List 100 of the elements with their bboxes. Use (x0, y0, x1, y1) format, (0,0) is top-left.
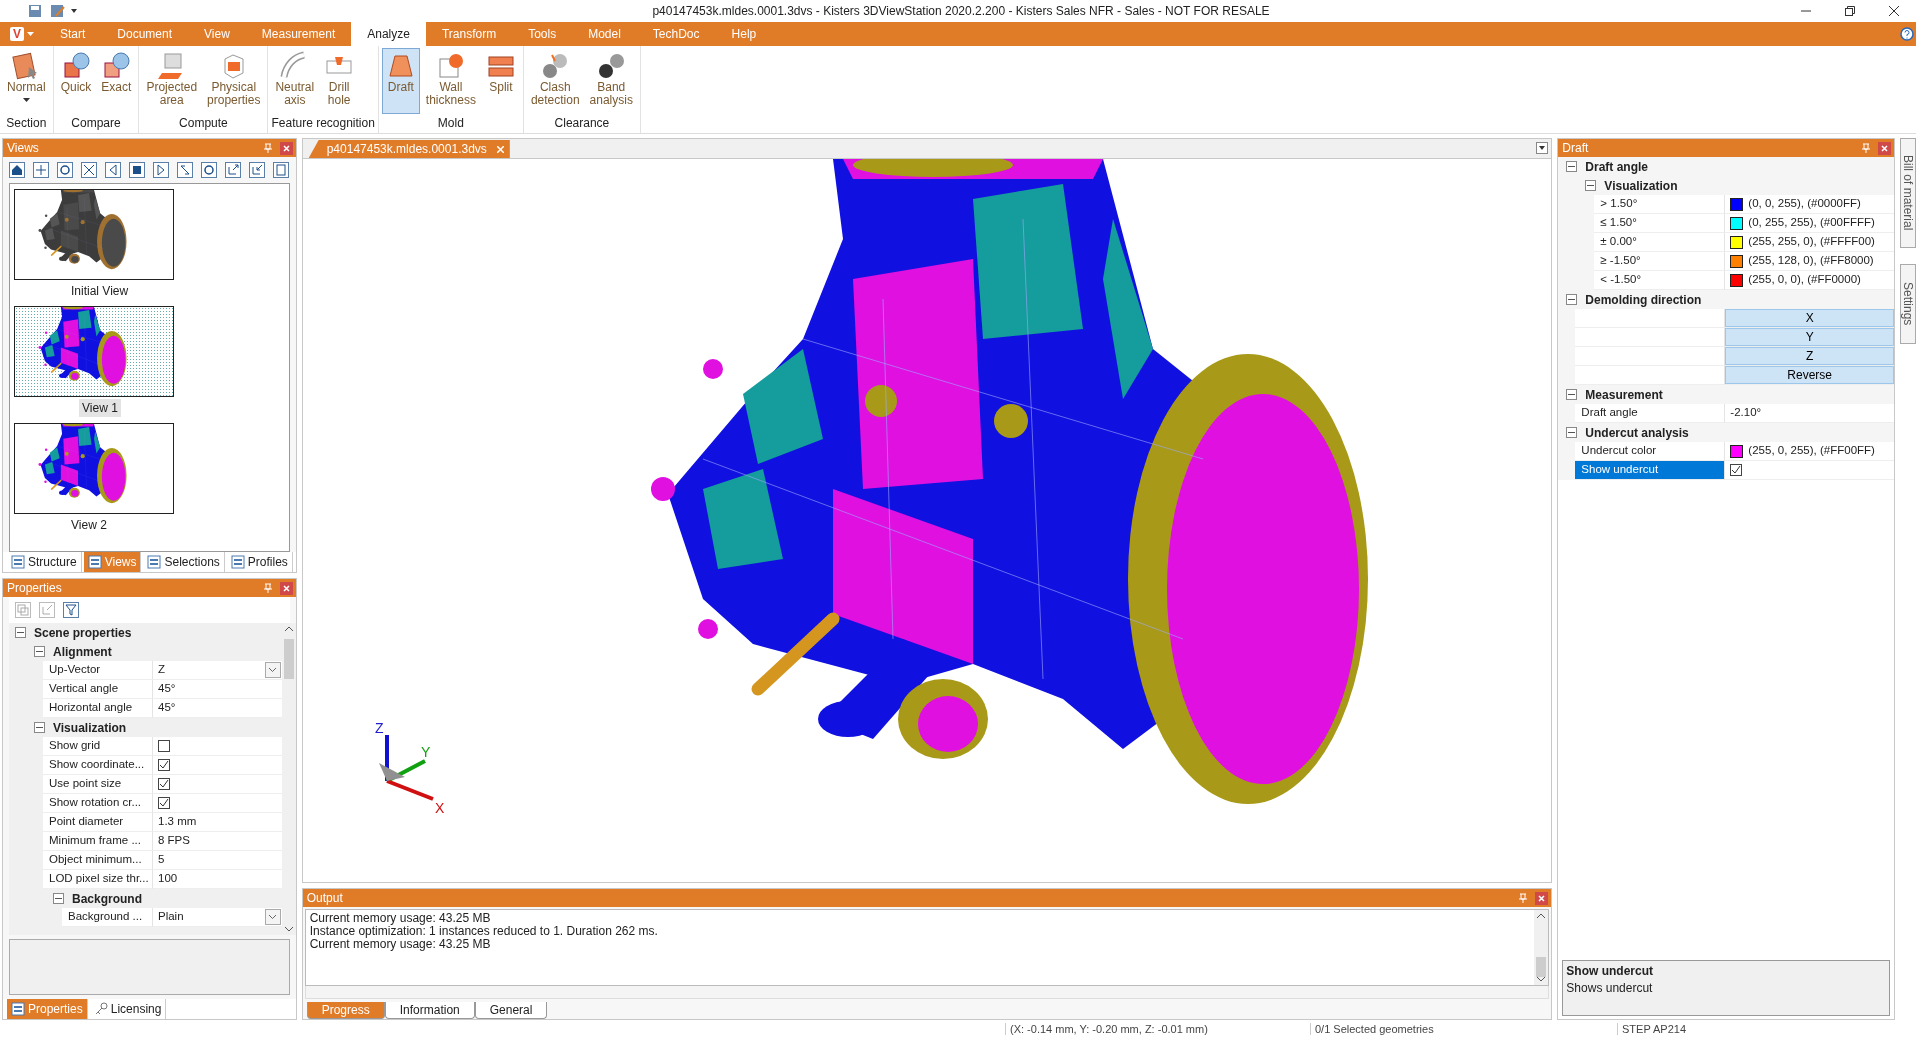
panel-tab[interactable]: Profiles (226, 552, 293, 572)
plus-icon[interactable] (33, 162, 49, 178)
collapse-icon[interactable] (1566, 427, 1578, 438)
collapse-icon[interactable] (53, 893, 64, 904)
property-label[interactable]: ± 0.00° (1594, 233, 1726, 252)
property-value[interactable]: 1.3 mm (153, 813, 282, 832)
ribbon-button[interactable]: Quick (56, 48, 96, 114)
color-swatch[interactable] (1730, 236, 1744, 249)
property-label[interactable]: LOD pixel size thr... (43, 870, 153, 889)
close-button[interactable] (1878, 141, 1891, 155)
property-label[interactable]: Draft angle (1575, 404, 1726, 423)
view-thumbnail[interactable] (14, 306, 174, 397)
close-button[interactable] (279, 581, 293, 595)
side-tab[interactable]: Bill of material (1900, 138, 1916, 248)
checkbox[interactable] (158, 797, 170, 809)
property-label[interactable]: Up-Vector (43, 661, 153, 680)
property-label[interactable]: Use point size (43, 775, 153, 794)
property-label[interactable]: ≤ 1.50° (1594, 214, 1726, 233)
view-thumbnail[interactable] (14, 189, 174, 280)
ribbon-button[interactable]: Projected area (142, 48, 202, 114)
next-icon[interactable] (153, 162, 169, 178)
property-label[interactable]: ≥ -1.50° (1594, 252, 1726, 271)
collapse-icon[interactable] (34, 646, 45, 657)
property-label[interactable]: Vertical angle (43, 680, 153, 699)
collapse-icon[interactable] (1585, 180, 1597, 191)
color-swatch[interactable] (1730, 255, 1744, 268)
stop-icon[interactable] (129, 162, 145, 178)
property-label[interactable]: Show undercut (1575, 461, 1726, 480)
color-swatch[interactable] (1730, 274, 1744, 287)
refresh-icon[interactable] (57, 162, 73, 178)
panel-tab[interactable]: Licensing (89, 999, 167, 1019)
scroll-down-icon[interactable] (1537, 977, 1546, 982)
rotate-icon[interactable] (201, 162, 217, 178)
property-label[interactable]: Minimum frame ... (43, 832, 153, 851)
property-label[interactable]: < -1.50° (1594, 271, 1726, 290)
import-icon[interactable] (249, 162, 265, 178)
property-value[interactable]: -2.10° (1725, 404, 1894, 423)
scroll-down-icon[interactable] (284, 927, 293, 932)
close-button[interactable] (1535, 891, 1549, 905)
ribbon-button[interactable]: Split (481, 48, 520, 114)
property-label[interactable]: Undercut color (1575, 442, 1726, 461)
output-tab[interactable]: Information (384, 1002, 475, 1019)
collapse-icon[interactable] (1566, 294, 1578, 305)
property-value[interactable]: 45° (153, 680, 282, 699)
property-label[interactable]: > 1.50° (1594, 195, 1726, 214)
direction-button[interactable]: Y (1725, 328, 1894, 346)
pin-button[interactable] (1860, 141, 1872, 155)
color-swatch[interactable] (1730, 445, 1744, 458)
help-icon[interactable] (1900, 27, 1914, 41)
property-label[interactable]: Point diameter (43, 813, 153, 832)
ribbon-button[interactable]: Normal (3, 48, 50, 114)
ribbon-button[interactable]: Exact (97, 48, 136, 114)
color-swatch[interactable] (1730, 217, 1744, 230)
checkbox[interactable] (158, 740, 170, 752)
checkbox[interactable] (158, 778, 170, 790)
direction-button[interactable]: Z (1725, 347, 1894, 365)
close-icon[interactable] (81, 162, 97, 178)
dropdown-button[interactable] (264, 662, 281, 678)
property-label[interactable]: Show rotation cr... (43, 794, 153, 813)
ribbon-button[interactable]: Draft (381, 48, 420, 114)
direction-button[interactable]: Reverse (1725, 366, 1894, 384)
ribbon-button[interactable]: Wall thickness (421, 48, 480, 114)
app-menu-button[interactable]: V (4, 22, 44, 46)
property-label[interactable]: Show coordinate... (43, 756, 153, 775)
ribbon-button[interactable]: Neutral axis (271, 48, 319, 114)
save-edit-icon[interactable] (50, 4, 66, 18)
scrollbar-thumb[interactable] (1536, 957, 1547, 977)
ribbon-button[interactable]: Drill hole (320, 48, 359, 114)
collapse-icon[interactable] (1566, 389, 1578, 400)
scrollbar[interactable] (1534, 910, 1549, 985)
color-swatch[interactable] (1730, 198, 1744, 211)
dropdown-button[interactable] (264, 909, 281, 925)
ribbon-button[interactable]: Band analysis (585, 48, 637, 114)
ribbon-button[interactable]: Physical properties (203, 48, 265, 114)
caret-icon[interactable] (70, 7, 78, 15)
side-tab[interactable]: Settings (1900, 264, 1916, 344)
close-button[interactable] (496, 145, 504, 153)
filter-icon[interactable] (63, 602, 79, 618)
scrollbar-thumb[interactable] (283, 639, 294, 679)
property-label[interactable]: Object minimum... (43, 851, 153, 870)
property-value[interactable]: 100 (153, 870, 282, 889)
checkbox[interactable] (1730, 464, 1743, 476)
ribbon-button[interactable]: Clash detection (526, 48, 584, 114)
property-label[interactable]: Show grid (43, 737, 153, 756)
scrollbar[interactable] (304, 986, 1550, 999)
output-tab[interactable]: General (474, 1002, 548, 1019)
dropdown-icon[interactable] (1536, 142, 1549, 154)
view-thumbnail[interactable] (14, 423, 174, 514)
property-label[interactable]: Horizontal angle (43, 699, 153, 718)
scroll-up-icon[interactable] (1537, 913, 1546, 918)
export-icon[interactable] (225, 162, 241, 178)
3d-viewport[interactable]: Z Y X (301, 158, 1553, 883)
panel-tab[interactable]: Structure (7, 552, 82, 572)
resize-icon[interactable] (177, 162, 193, 178)
property-label[interactable]: Background ... (62, 908, 153, 927)
property-value[interactable]: 8 FPS (153, 832, 282, 851)
collapse-icon[interactable] (34, 722, 45, 733)
property-value[interactable]: 45° (153, 699, 282, 718)
direction-button[interactable]: X (1725, 309, 1894, 327)
panel-tab[interactable]: Selections (143, 552, 225, 572)
